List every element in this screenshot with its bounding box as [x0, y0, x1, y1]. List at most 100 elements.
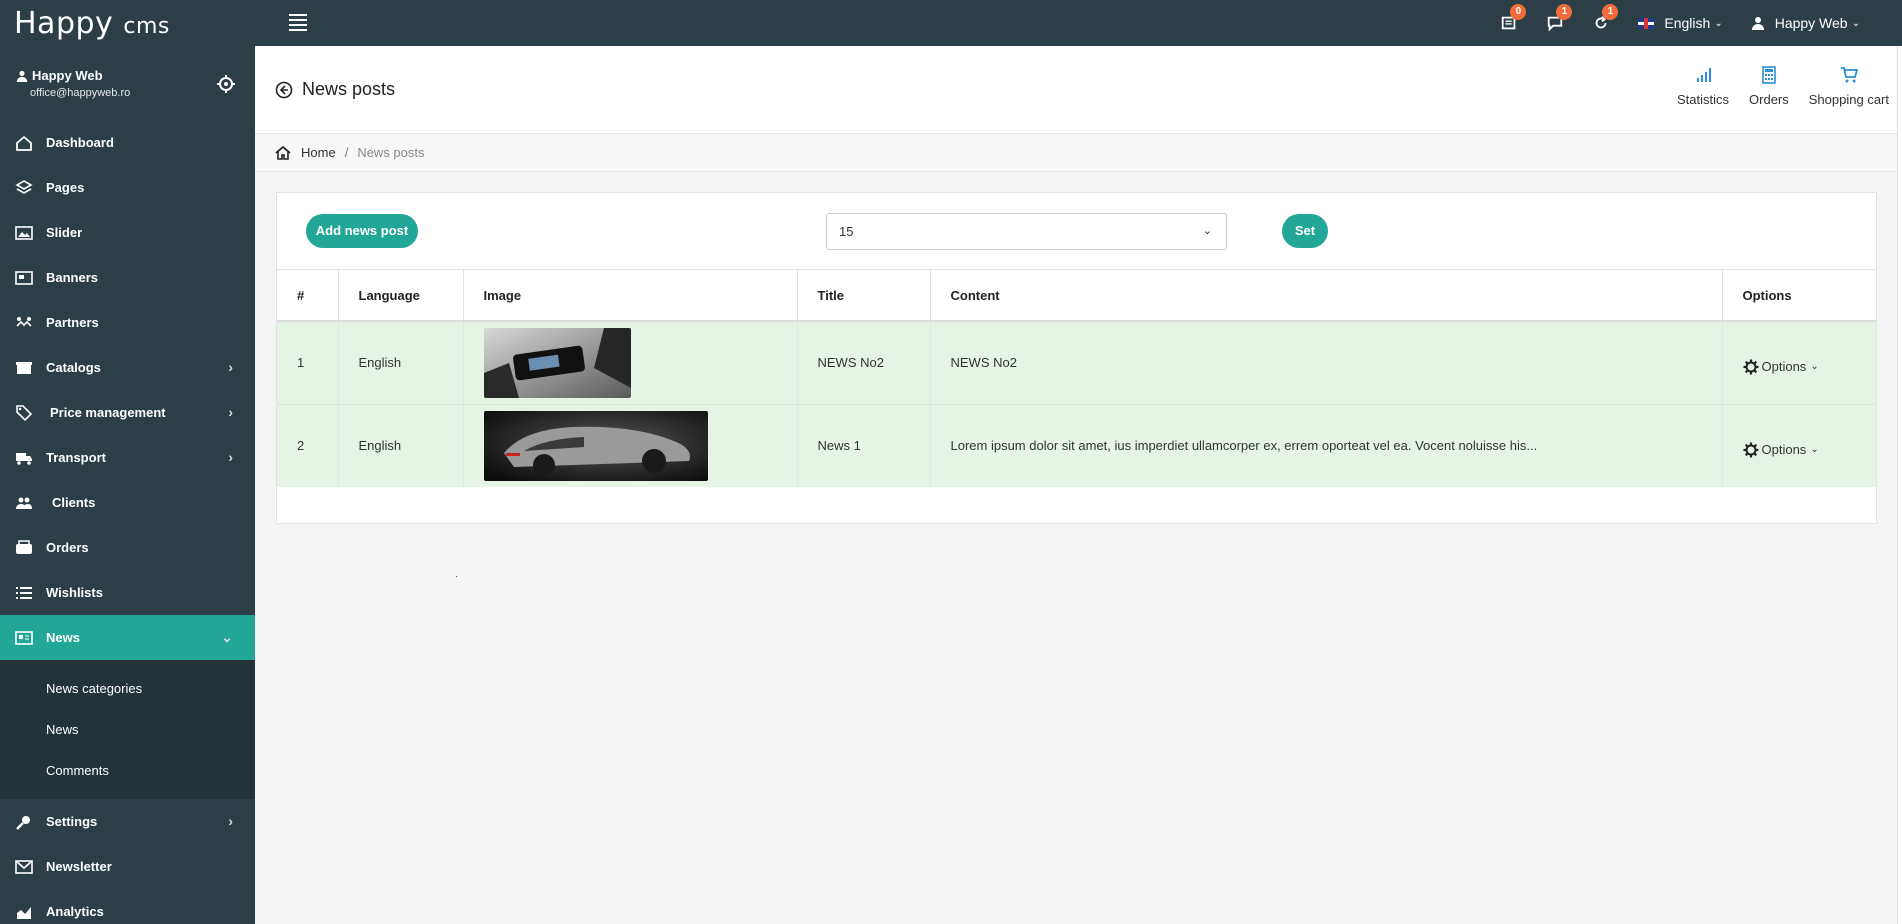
- page-header: News posts Statistics Orders Shopping ca…: [255, 46, 1897, 134]
- menu-toggle-icon[interactable]: [289, 14, 307, 31]
- catalog-icon: [14, 359, 34, 377]
- sidebar-item-label: Banners: [46, 270, 99, 285]
- logo-suffix: cms: [123, 14, 170, 39]
- sidebar-item-label: Price management: [50, 405, 166, 420]
- cell-number: 1: [277, 320, 339, 404]
- news-submenu: News categories News Comments: [0, 660, 255, 799]
- top-bar: Happy cms 0 1 1 English ⌄ Happy Web ⌄: [0, 0, 1902, 46]
- logo[interactable]: Happy cms: [14, 6, 170, 41]
- comments-notifications-button[interactable]: 1: [1532, 0, 1578, 46]
- chevron-down-icon: ⌄: [1810, 444, 1819, 456]
- sidebar-item-slider[interactable]: Slider: [0, 210, 255, 255]
- cell-options: Options ⌄: [1722, 403, 1877, 487]
- statistics-label: Statistics: [1677, 92, 1730, 107]
- stray-dot: [456, 576, 457, 577]
- cell-content: NEWS No2: [930, 320, 1723, 404]
- sidebar-item-settings[interactable]: Settings ›: [0, 799, 255, 844]
- back-arrow-icon[interactable]: [275, 81, 293, 99]
- sidebar-item-orders[interactable]: Orders: [0, 525, 255, 570]
- refresh-badge: 1: [1602, 4, 1619, 20]
- orders-link[interactable]: Orders: [1749, 66, 1789, 107]
- per-page-value: 15: [839, 224, 854, 239]
- chevron-down-icon: ⌄: [1202, 225, 1212, 237]
- sidebar-item-partners[interactable]: Partners: [0, 300, 255, 345]
- options-dropdown[interactable]: Options ⌄: [1743, 351, 1877, 375]
- language-selector[interactable]: English ⌄: [1638, 15, 1723, 31]
- sidebar-item-dashboard[interactable]: Dashboard: [0, 120, 255, 165]
- sidebar-item-newsletter[interactable]: Newsletter: [0, 844, 255, 889]
- gear-icon: [1743, 359, 1758, 375]
- breadcrumb: Home / News posts: [255, 134, 1897, 172]
- sidebar-item-label: Analytics: [46, 904, 104, 919]
- sidebar-item-label: Pages: [46, 180, 85, 195]
- news-posts-table: # Language Image Title Content Options 1…: [277, 270, 1876, 487]
- user-menu[interactable]: Happy Web ⌄: [1751, 15, 1860, 31]
- column-header-content: Content: [930, 270, 1723, 322]
- sidebar-item-label: Orders: [46, 540, 89, 555]
- sidebar-item-label: Catalogs: [46, 360, 101, 375]
- set-button[interactable]: Set: [1282, 214, 1328, 248]
- bar-chart-icon: [1697, 68, 1712, 82]
- table-row: 1 English NEWS No2 NEWS No2 Options ⌄: [277, 320, 1877, 404]
- statistics-link[interactable]: Statistics: [1677, 66, 1729, 107]
- sidebar-item-banners[interactable]: Banners: [0, 255, 255, 300]
- news-thumbnail[interactable]: [483, 410, 708, 481]
- column-header-title: Title: [797, 270, 931, 322]
- comments-badge: 1: [1556, 4, 1573, 20]
- home-icon[interactable]: [275, 145, 291, 161]
- column-header-image: Image: [463, 270, 798, 322]
- options-label: Options: [1761, 442, 1807, 458]
- refresh-notifications-button[interactable]: 1: [1578, 0, 1624, 46]
- user-icon: [16, 70, 28, 82]
- table-toolbar: Add news post 15 ⌄ Set: [277, 193, 1876, 270]
- sidebar-item-catalogs[interactable]: Catalogs ›: [0, 345, 255, 390]
- cell-title: NEWS No2: [797, 320, 931, 404]
- sidebar-item-clients[interactable]: Clients: [0, 480, 255, 525]
- options-label: Options: [1761, 359, 1807, 375]
- sidebar-item-label: Clients: [52, 495, 96, 510]
- sidebar-item-label: Partners: [46, 315, 99, 330]
- add-news-post-button[interactable]: Add news post: [306, 214, 418, 248]
- breadcrumb-home[interactable]: Home: [301, 145, 336, 160]
- chevron-right-icon: ›: [228, 359, 233, 375]
- sidebar-item-label: Slider: [46, 225, 83, 240]
- sidebar-item-label: Dashboard: [46, 135, 114, 150]
- sidebar-item-price-management[interactable]: Price management ›: [0, 390, 255, 435]
- options-dropdown[interactable]: Options ⌄: [1743, 434, 1877, 458]
- sidebar-item-label: Wishlists: [46, 585, 103, 600]
- cell-options: Options ⌄: [1722, 320, 1877, 404]
- chevron-right-icon: ›: [228, 404, 233, 420]
- per-page-select[interactable]: 15 ⌄: [826, 213, 1227, 250]
- submenu-item-news-categories[interactable]: News categories: [0, 668, 255, 709]
- sidebar-item-label: Transport: [46, 450, 106, 465]
- sidebar-item-transport[interactable]: Transport ›: [0, 435, 255, 480]
- submenu-item-news[interactable]: News: [0, 709, 255, 750]
- chevron-down-icon: ⌄: [1714, 17, 1723, 29]
- news-notifications-button[interactable]: 0: [1486, 0, 1532, 46]
- news-posts-card: Add news post 15 ⌄ Set # Language Image …: [276, 192, 1877, 524]
- cell-number: 2: [277, 403, 339, 487]
- submenu-item-comments[interactable]: Comments: [0, 750, 255, 791]
- chevron-right-icon: ›: [228, 449, 233, 465]
- truck-icon: [14, 449, 34, 467]
- column-header-number: #: [277, 270, 339, 322]
- banner-icon: [14, 269, 34, 287]
- cart-icon: [1840, 67, 1858, 83]
- orders-label: Orders: [1749, 92, 1789, 107]
- sidebar-item-pages[interactable]: Pages: [0, 165, 255, 210]
- shopping-cart-link[interactable]: Shopping cart: [1809, 66, 1889, 107]
- news-thumbnail[interactable]: [483, 327, 631, 398]
- language-label: English: [1664, 15, 1711, 31]
- sidebar-item-analytics[interactable]: Analytics: [0, 889, 255, 924]
- users-icon: [14, 494, 34, 512]
- gear-icon: [1743, 442, 1758, 458]
- sidebar-item-wishlists[interactable]: Wishlists: [0, 570, 255, 615]
- scrollbar[interactable]: [1897, 46, 1902, 924]
- cell-language: English: [338, 403, 464, 487]
- gear-icon[interactable]: [216, 74, 236, 94]
- sidebar-item-news[interactable]: News ⌄: [0, 615, 255, 660]
- newspaper-icon: [14, 629, 34, 647]
- home-icon: [14, 134, 34, 152]
- user-icon: [1751, 17, 1764, 30]
- breadcrumb-current: News posts: [357, 145, 425, 160]
